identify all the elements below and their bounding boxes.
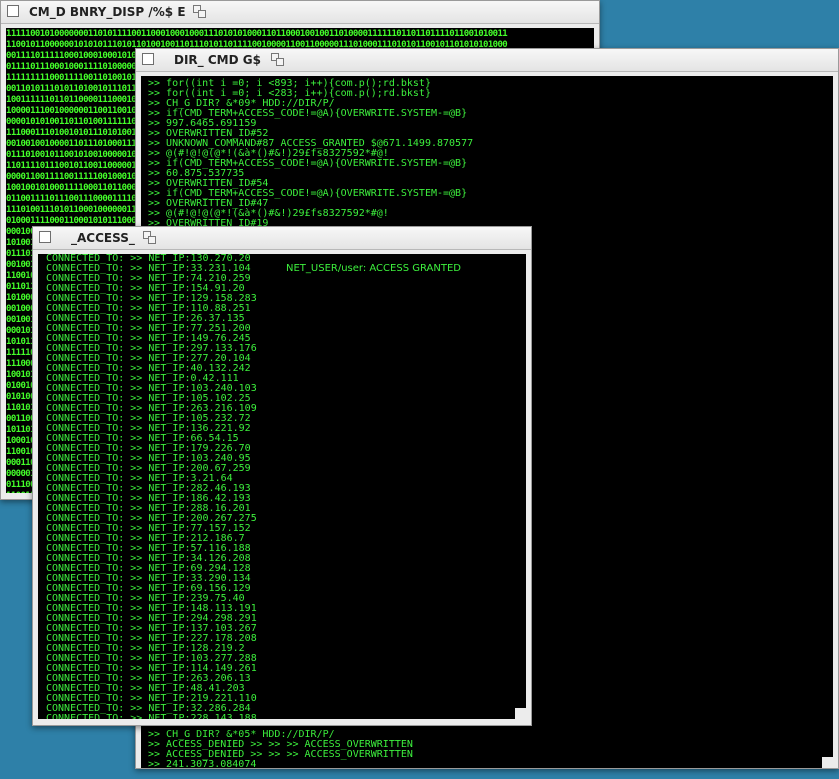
window-title: CM_D BNRY_DISP /%$ E	[29, 5, 186, 19]
command-output-text: >> for((int i =0; i <893; i++){com.p();r…	[148, 79, 473, 239]
binary-line: 1111100101000000011010111100110001000100…	[6, 29, 508, 39]
connection-line: CONNECTED_TO: >> NET_IP:228.143.188	[46, 713, 257, 720]
maximize-icon[interactable]	[193, 5, 207, 19]
command-output-text-bottom: >> CH_G DIR? &*05* HDD://DIR/P/>> ACCESS…	[148, 730, 413, 769]
access-output-pane: CONNECTED_TO: >> NET_IP:130.270.20 CONNEC…	[38, 254, 526, 719]
window-title: _ACCESS_	[71, 231, 135, 245]
access-granted-banner: NET_USER/user: ACCESS GRANTED	[286, 263, 461, 274]
resize-grip[interactable]	[822, 757, 833, 768]
window-menu-icon[interactable]	[39, 231, 51, 243]
command-window-titlebar[interactable]: DIR_ CMD G$	[136, 49, 838, 72]
resize-grip[interactable]	[515, 708, 526, 719]
window-menu-icon[interactable]	[142, 53, 154, 65]
window-menu-icon[interactable]	[7, 5, 19, 17]
access-window: _ACCESS_ CONNECTED_TO: >> NET_IP:130.270…	[32, 226, 532, 726]
maximize-icon[interactable]	[271, 53, 285, 67]
command-line: >> 241.3073.084074	[148, 759, 257, 769]
window-title: DIR_ CMD G$	[174, 53, 261, 67]
connection-list: CONNECTED_TO: >> NET_IP:130.270.20 CONNEC…	[46, 254, 257, 719]
maximize-icon[interactable]	[143, 231, 157, 245]
binary-window-titlebar[interactable]: CM_D BNRY_DISP /%$ E	[1, 1, 599, 24]
access-window-titlebar[interactable]: _ACCESS_	[33, 227, 531, 250]
